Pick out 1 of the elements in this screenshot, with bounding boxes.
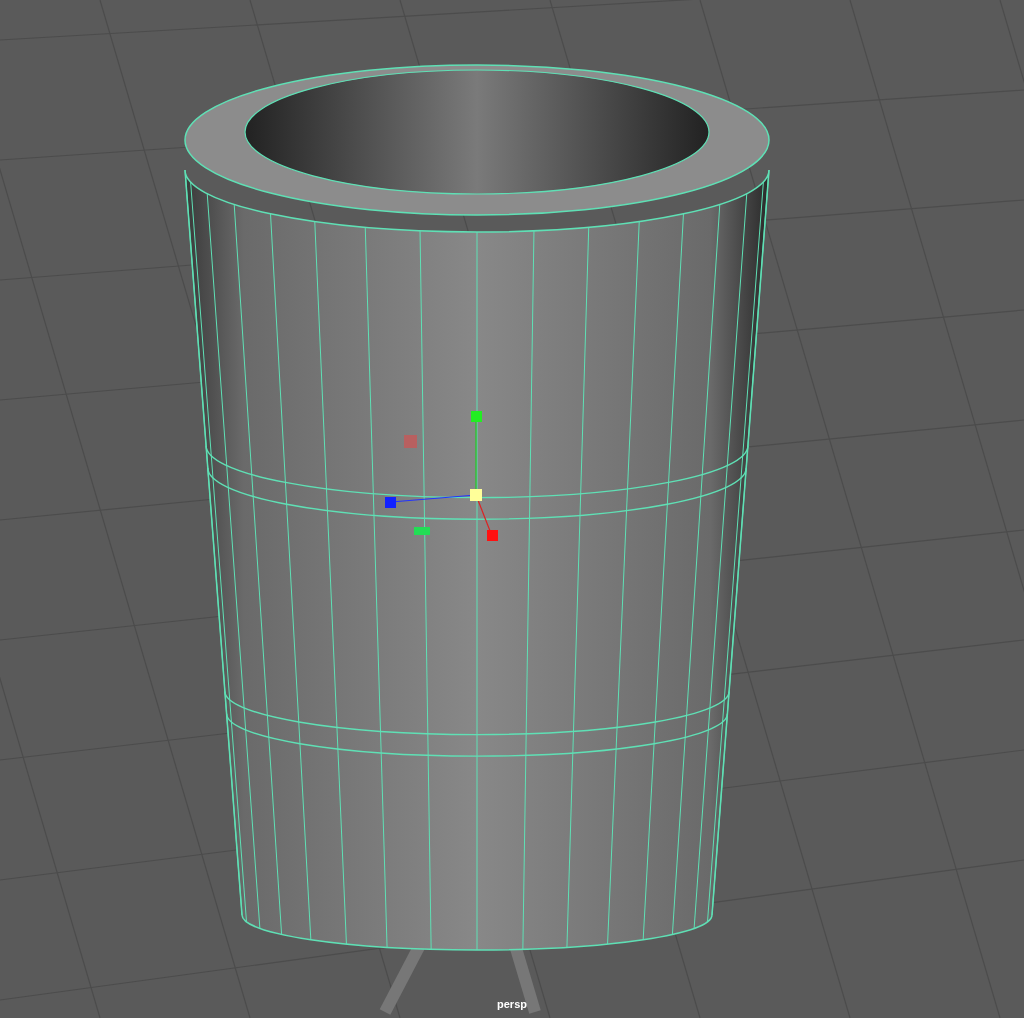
camera-label: persp [497, 998, 527, 1010]
